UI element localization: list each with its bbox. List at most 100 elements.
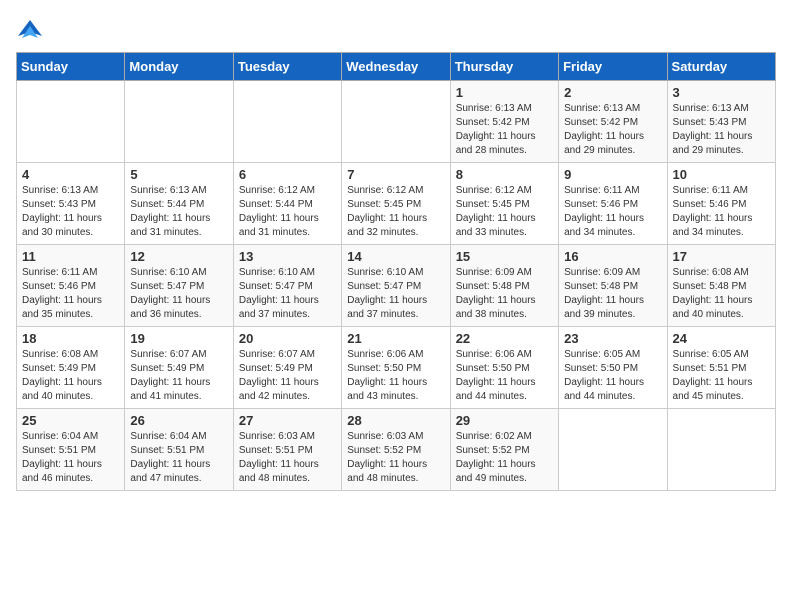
day-number: 3 <box>673 85 770 100</box>
calendar-cell: 12 Sunrise: 6:10 AM Sunset: 5:47 PM Dayli… <box>125 245 233 327</box>
calendar-header-row: SundayMondayTuesdayWednesdayThursdayFrid… <box>17 53 776 81</box>
day-detail: Sunrise: 6:08 AM Sunset: 5:49 PM Dayligh… <box>22 348 119 404</box>
calendar-cell: 19 Sunrise: 6:07 AM Sunset: 5:49 PM Dayli… <box>125 327 233 409</box>
day-detail: Sunrise: 6:12 AM Sunset: 5:44 PM Dayligh… <box>239 184 336 240</box>
day-detail: Sunrise: 6:13 AM Sunset: 5:43 PM Dayligh… <box>22 184 119 240</box>
day-detail: Sunrise: 6:09 AM Sunset: 5:48 PM Dayligh… <box>564 266 661 322</box>
day-number: 26 <box>130 413 227 428</box>
weekday-header: Thursday <box>450 53 558 81</box>
calendar-cell: 18 Sunrise: 6:08 AM Sunset: 5:49 PM Dayli… <box>17 327 125 409</box>
day-detail: Sunrise: 6:13 AM Sunset: 5:42 PM Dayligh… <box>456 102 553 158</box>
day-number: 14 <box>347 249 444 264</box>
day-number: 10 <box>673 167 770 182</box>
day-number: 16 <box>564 249 661 264</box>
calendar-week-row: 11 Sunrise: 6:11 AM Sunset: 5:46 PM Dayli… <box>17 245 776 327</box>
calendar-cell <box>17 81 125 163</box>
calendar-cell: 2 Sunrise: 6:13 AM Sunset: 5:42 PM Daylig… <box>559 81 667 163</box>
weekday-header: Tuesday <box>233 53 341 81</box>
calendar-cell: 14 Sunrise: 6:10 AM Sunset: 5:47 PM Dayli… <box>342 245 450 327</box>
calendar-cell: 28 Sunrise: 6:03 AM Sunset: 5:52 PM Dayli… <box>342 409 450 491</box>
calendar-cell: 15 Sunrise: 6:09 AM Sunset: 5:48 PM Dayli… <box>450 245 558 327</box>
day-number: 28 <box>347 413 444 428</box>
day-number: 23 <box>564 331 661 346</box>
day-detail: Sunrise: 6:11 AM Sunset: 5:46 PM Dayligh… <box>22 266 119 322</box>
day-number: 4 <box>22 167 119 182</box>
day-number: 19 <box>130 331 227 346</box>
logo-icon <box>16 16 44 44</box>
day-number: 25 <box>22 413 119 428</box>
day-number: 22 <box>456 331 553 346</box>
calendar-cell <box>125 81 233 163</box>
calendar-cell: 10Sunrise: 6:11 AM Sunset: 5:46 PM Dayli… <box>667 163 775 245</box>
day-detail: Sunrise: 6:04 AM Sunset: 5:51 PM Dayligh… <box>130 430 227 486</box>
weekday-header: Sunday <box>17 53 125 81</box>
calendar-cell: 9Sunrise: 6:11 AM Sunset: 5:46 PM Daylig… <box>559 163 667 245</box>
calendar-cell: 7 Sunrise: 6:12 AM Sunset: 5:45 PM Daylig… <box>342 163 450 245</box>
day-detail: Sunrise: 6:03 AM Sunset: 5:52 PM Dayligh… <box>347 430 444 486</box>
calendar-cell: 27Sunrise: 6:03 AM Sunset: 5:51 PM Dayli… <box>233 409 341 491</box>
calendar-cell: 3 Sunrise: 6:13 AM Sunset: 5:43 PM Daylig… <box>667 81 775 163</box>
calendar-cell: 4 Sunrise: 6:13 AM Sunset: 5:43 PM Daylig… <box>17 163 125 245</box>
day-number: 8 <box>456 167 553 182</box>
day-number: 21 <box>347 331 444 346</box>
calendar-cell <box>667 409 775 491</box>
day-detail: Sunrise: 6:06 AM Sunset: 5:50 PM Dayligh… <box>456 348 553 404</box>
page-header <box>16 16 776 44</box>
calendar-cell: 16 Sunrise: 6:09 AM Sunset: 5:48 PM Dayli… <box>559 245 667 327</box>
day-number: 29 <box>456 413 553 428</box>
calendar-cell: 24 Sunrise: 6:05 AM Sunset: 5:51 PM Dayli… <box>667 327 775 409</box>
day-detail: Sunrise: 6:12 AM Sunset: 5:45 PM Dayligh… <box>347 184 444 240</box>
calendar-cell <box>233 81 341 163</box>
weekday-header: Monday <box>125 53 233 81</box>
calendar-cell: 29 Sunrise: 6:02 AM Sunset: 5:52 PM Dayli… <box>450 409 558 491</box>
calendar-cell: 25 Sunrise: 6:04 AM Sunset: 5:51 PM Dayli… <box>17 409 125 491</box>
day-detail: Sunrise: 6:08 AM Sunset: 5:48 PM Dayligh… <box>673 266 770 322</box>
calendar-cell <box>342 81 450 163</box>
day-detail: Sunrise: 6:13 AM Sunset: 5:44 PM Dayligh… <box>130 184 227 240</box>
calendar-week-row: 18 Sunrise: 6:08 AM Sunset: 5:49 PM Dayli… <box>17 327 776 409</box>
calendar-cell: 20 Sunrise: 6:07 AM Sunset: 5:49 PM Dayli… <box>233 327 341 409</box>
calendar-week-row: 1 Sunrise: 6:13 AM Sunset: 5:42 PM Daylig… <box>17 81 776 163</box>
calendar-cell: 11 Sunrise: 6:11 AM Sunset: 5:46 PM Dayli… <box>17 245 125 327</box>
day-detail: Sunrise: 6:10 AM Sunset: 5:47 PM Dayligh… <box>130 266 227 322</box>
weekday-header: Saturday <box>667 53 775 81</box>
day-number: 7 <box>347 167 444 182</box>
day-detail: Sunrise: 6:10 AM Sunset: 5:47 PM Dayligh… <box>239 266 336 322</box>
day-detail: Sunrise: 6:07 AM Sunset: 5:49 PM Dayligh… <box>239 348 336 404</box>
weekday-header: Wednesday <box>342 53 450 81</box>
day-detail: Sunrise: 6:13 AM Sunset: 5:42 PM Dayligh… <box>564 102 661 158</box>
day-detail: Sunrise: 6:11 AM Sunset: 5:46 PM Dayligh… <box>564 184 661 240</box>
day-number: 18 <box>22 331 119 346</box>
day-detail: Sunrise: 6:02 AM Sunset: 5:52 PM Dayligh… <box>456 430 553 486</box>
day-number: 11 <box>22 249 119 264</box>
day-number: 6 <box>239 167 336 182</box>
day-detail: Sunrise: 6:05 AM Sunset: 5:50 PM Dayligh… <box>564 348 661 404</box>
day-detail: Sunrise: 6:05 AM Sunset: 5:51 PM Dayligh… <box>673 348 770 404</box>
day-detail: Sunrise: 6:10 AM Sunset: 5:47 PM Dayligh… <box>347 266 444 322</box>
calendar-week-row: 25 Sunrise: 6:04 AM Sunset: 5:51 PM Dayli… <box>17 409 776 491</box>
calendar: SundayMondayTuesdayWednesdayThursdayFrid… <box>16 52 776 491</box>
day-number: 20 <box>239 331 336 346</box>
day-number: 17 <box>673 249 770 264</box>
weekday-header: Friday <box>559 53 667 81</box>
day-number: 5 <box>130 167 227 182</box>
day-detail: Sunrise: 6:07 AM Sunset: 5:49 PM Dayligh… <box>130 348 227 404</box>
day-number: 24 <box>673 331 770 346</box>
calendar-cell: 23 Sunrise: 6:05 AM Sunset: 5:50 PM Dayli… <box>559 327 667 409</box>
calendar-cell: 26 Sunrise: 6:04 AM Sunset: 5:51 PM Dayli… <box>125 409 233 491</box>
calendar-cell: 5 Sunrise: 6:13 AM Sunset: 5:44 PM Daylig… <box>125 163 233 245</box>
day-detail: Sunrise: 6:09 AM Sunset: 5:48 PM Dayligh… <box>456 266 553 322</box>
day-number: 1 <box>456 85 553 100</box>
calendar-week-row: 4 Sunrise: 6:13 AM Sunset: 5:43 PM Daylig… <box>17 163 776 245</box>
day-number: 15 <box>456 249 553 264</box>
calendar-cell <box>559 409 667 491</box>
calendar-cell: 22 Sunrise: 6:06 AM Sunset: 5:50 PM Dayli… <box>450 327 558 409</box>
day-number: 2 <box>564 85 661 100</box>
calendar-cell: 8Sunrise: 6:12 AM Sunset: 5:45 PM Daylig… <box>450 163 558 245</box>
day-detail: Sunrise: 6:13 AM Sunset: 5:43 PM Dayligh… <box>673 102 770 158</box>
calendar-cell: 13Sunrise: 6:10 AM Sunset: 5:47 PM Dayli… <box>233 245 341 327</box>
day-detail: Sunrise: 6:04 AM Sunset: 5:51 PM Dayligh… <box>22 430 119 486</box>
calendar-cell: 6 Sunrise: 6:12 AM Sunset: 5:44 PM Daylig… <box>233 163 341 245</box>
calendar-cell: 1 Sunrise: 6:13 AM Sunset: 5:42 PM Daylig… <box>450 81 558 163</box>
day-number: 12 <box>130 249 227 264</box>
